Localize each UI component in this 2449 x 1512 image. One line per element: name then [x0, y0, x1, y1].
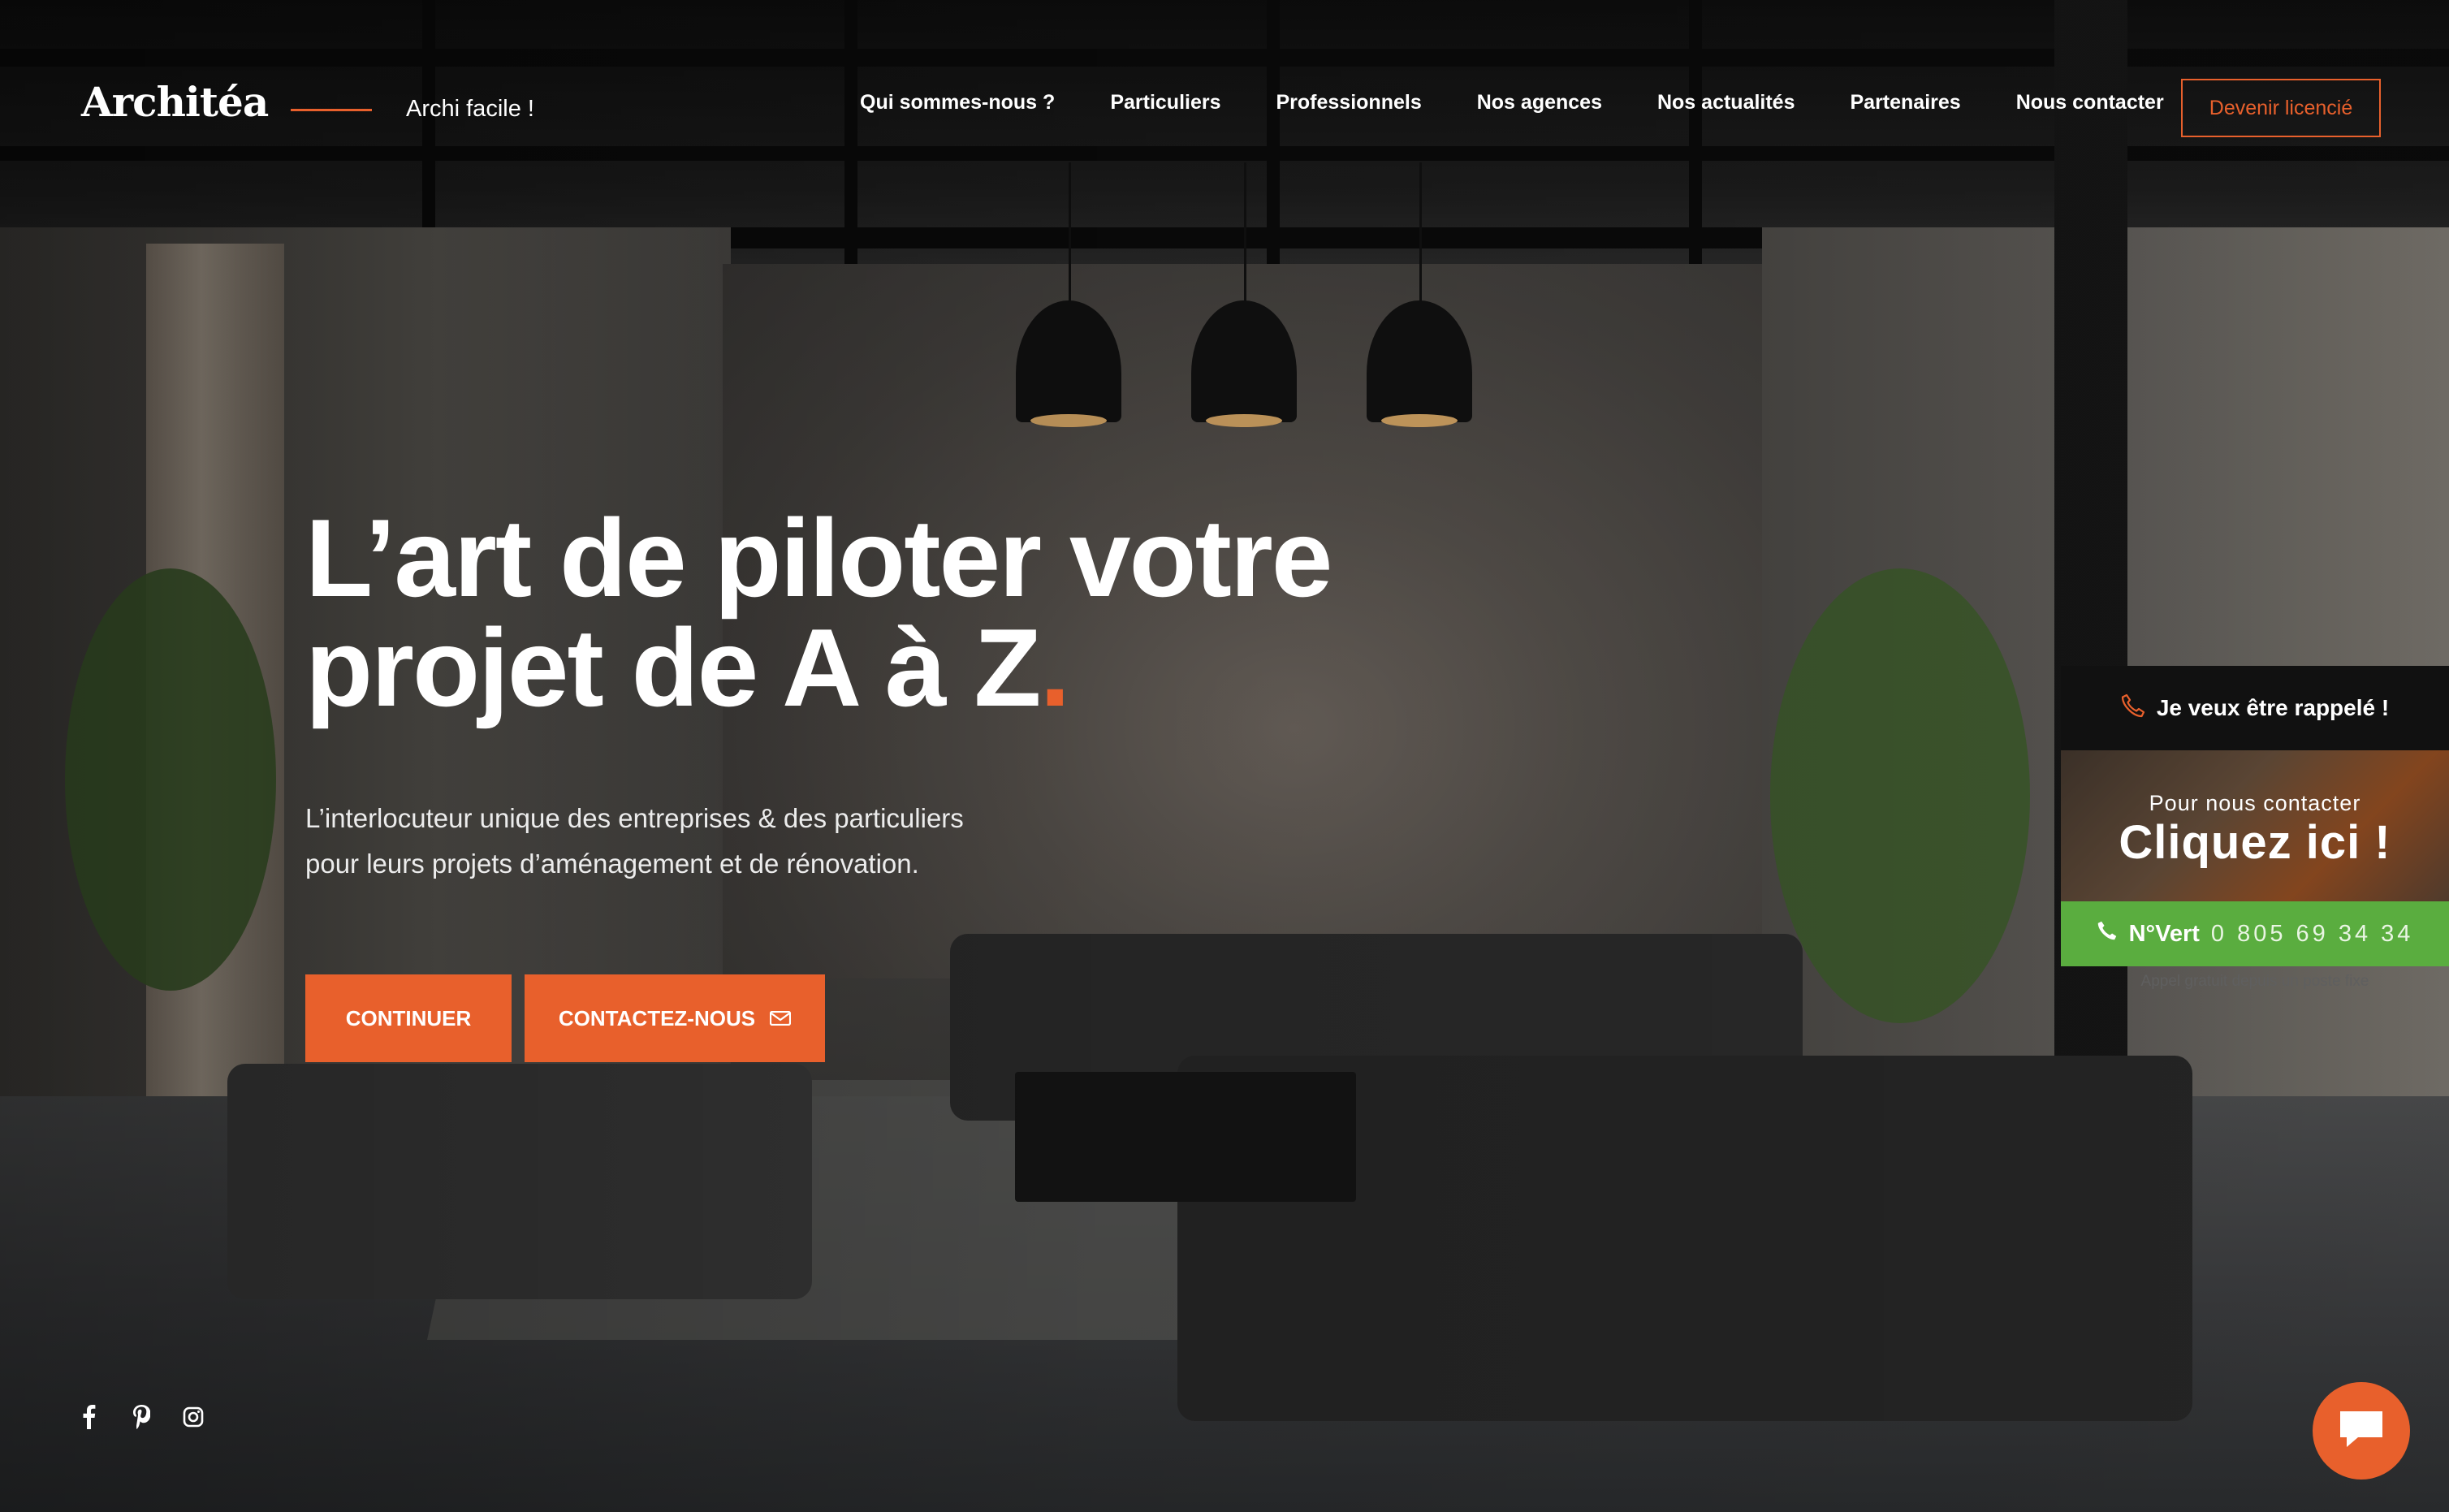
hero-subtitle-line2: pour leurs projets d’aménagement et de r… [305, 849, 919, 879]
site-header: Architéa Archi facile ! Qui sommes-nous … [0, 0, 2449, 219]
hero-title-dot: . [1039, 606, 1070, 729]
become-licensee-button[interactable]: Devenir licencié [2181, 79, 2381, 137]
contact-prompt: Pour nous contacter [2149, 791, 2361, 815]
toll-free-label: N°Vert [2128, 920, 2200, 947]
toll-free-digits: 0 805 69 34 34 [2210, 920, 2414, 947]
envelope-icon [770, 1011, 792, 1026]
facebook-icon[interactable] [78, 1405, 101, 1429]
tagline: Archi facile ! [406, 96, 534, 122]
hero-subtitle-line1: L’interlocuteur unique des entreprises &… [305, 803, 964, 833]
click-here-label: Cliquez ici ! [2119, 816, 2391, 869]
hero-title: L’art de piloter votre projet de A à Z. [305, 503, 1361, 723]
nav-item-nos-actualites[interactable]: Nos actualités [1657, 91, 1795, 114]
continue-button[interactable]: CONTINUER [305, 974, 512, 1062]
nav-item-nous-contacter[interactable]: Nous contacter [2016, 91, 2164, 114]
contact-us-label: CONTACTEZ-NOUS [558, 1005, 756, 1030]
nav-item-nos-agences[interactable]: Nos agences [1477, 91, 1602, 114]
contact-us-button[interactable]: CONTACTEZ-NOUS [525, 974, 825, 1062]
instagram-icon[interactable] [182, 1405, 205, 1429]
hero-subtitle: L’interlocuteur unique des entreprises &… [305, 796, 1117, 887]
social-links [78, 1405, 205, 1429]
contact-widget: Je veux être rappelé ! Pour nous contact… [2061, 666, 2449, 991]
toll-free-number[interactable]: N°Vert 0 805 69 34 34 [2061, 901, 2449, 966]
hero-title-line2: projet de A à Z [305, 606, 1041, 729]
phone-icon [2121, 693, 2145, 724]
main-nav: Qui sommes-nous ? Particuliers Professio… [860, 91, 2164, 114]
nav-item-professionnels[interactable]: Professionnels [1276, 91, 1422, 114]
nav-item-qui-sommes-nous[interactable]: Qui sommes-nous ? [860, 91, 1055, 114]
nav-item-partenaires[interactable]: Partenaires [1851, 91, 1961, 114]
logo[interactable]: Architéa [81, 78, 269, 126]
logo-divider [291, 109, 372, 111]
callback-button[interactable]: Je veux être rappelé ! [2061, 666, 2449, 750]
chat-button[interactable] [2313, 1382, 2410, 1480]
phone-icon [2097, 920, 2118, 948]
click-here-banner[interactable]: Pour nous contacter Cliquez ici ! [2061, 750, 2449, 901]
nav-item-particuliers[interactable]: Particuliers [1110, 91, 1220, 114]
free-call-note: Appel gratuit depuis un poste fixe [2140, 973, 2369, 990]
pinterest-icon[interactable] [130, 1405, 153, 1429]
chat-icon [2337, 1408, 2386, 1454]
hero-title-line1: L’art de piloter votre [305, 496, 1332, 620]
callback-label: Je veux être rappelé ! [2156, 695, 2390, 720]
